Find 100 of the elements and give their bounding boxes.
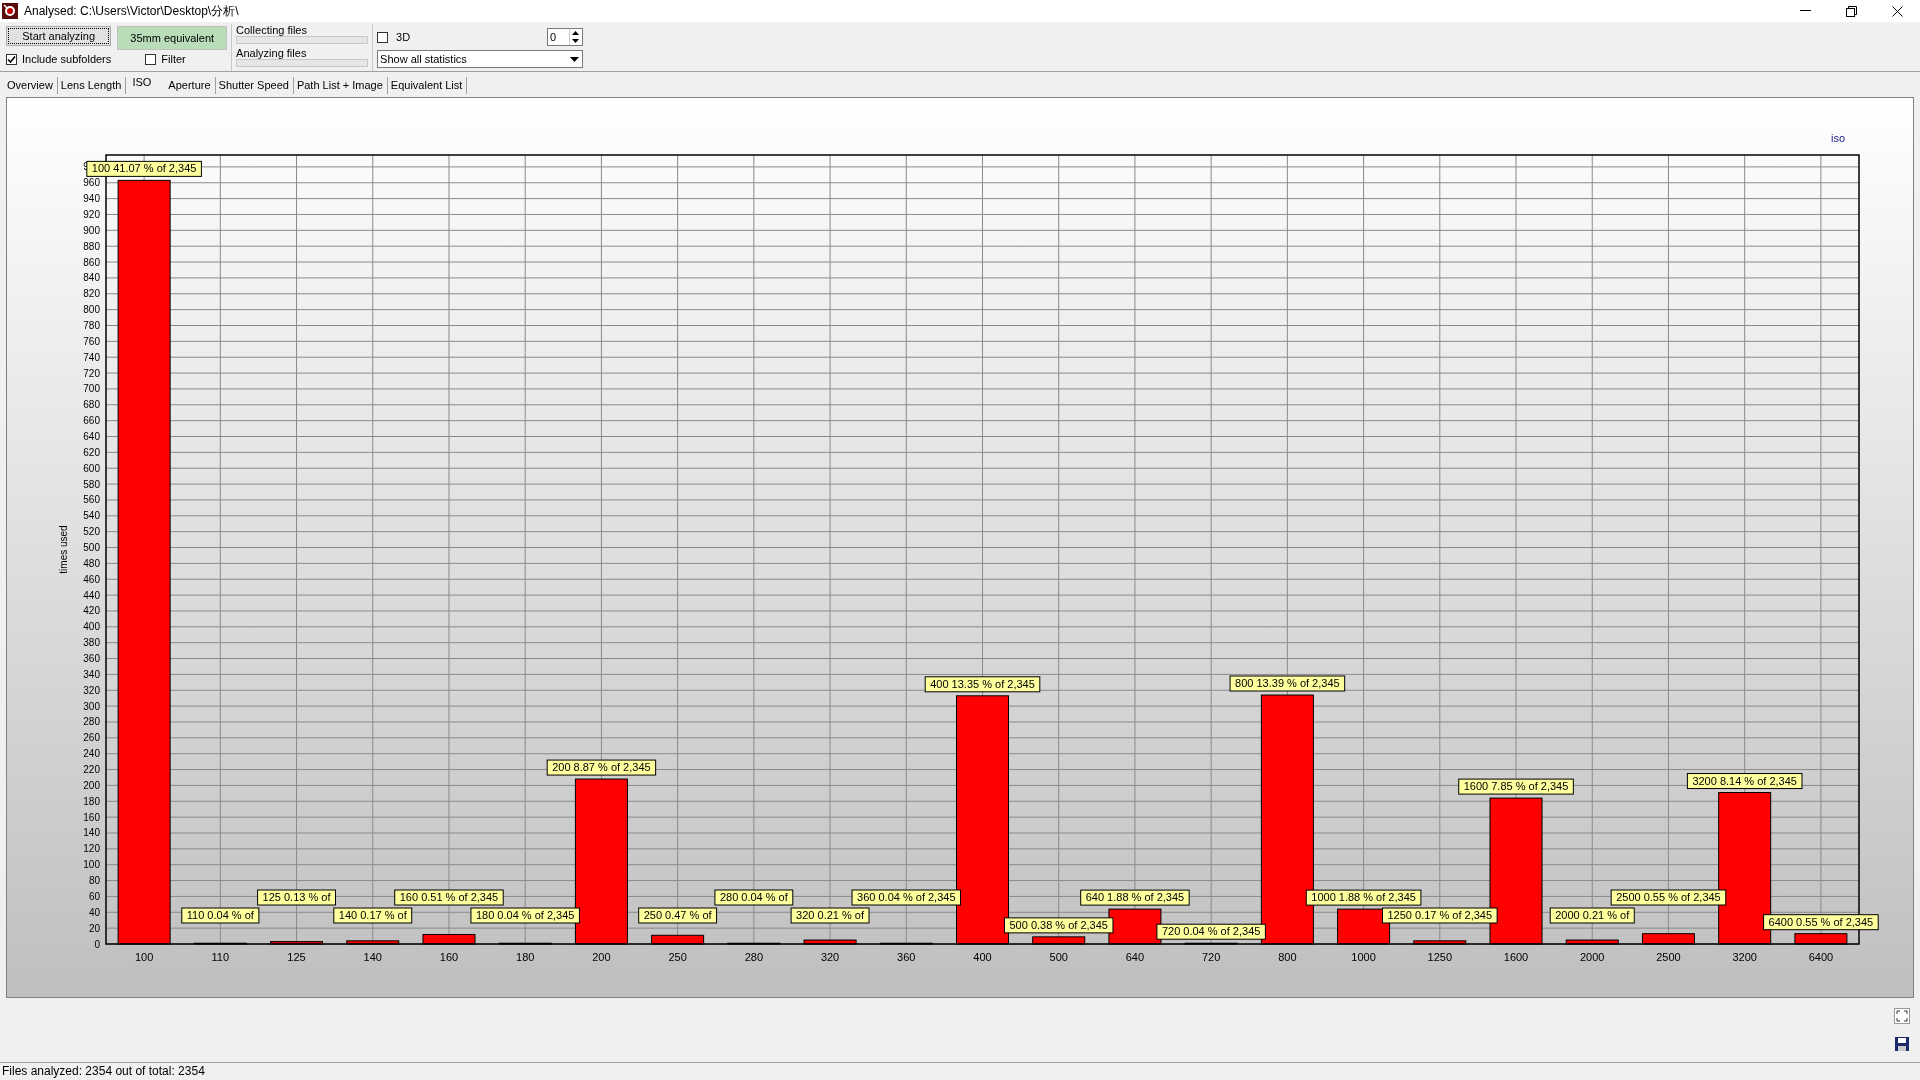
data-label: 280 0.04 % of [714, 889, 794, 906]
x-tick-label: 1250 [1427, 951, 1453, 963]
x-tick-label: 400 [973, 951, 992, 963]
y-tick-label: 640 [83, 431, 100, 442]
data-label: 250 0.47 % of [638, 907, 718, 924]
data-label: 400 13.35 % of 2,345 [924, 676, 1041, 693]
data-label: 1600 7.85 % of 2,345 [1458, 778, 1574, 795]
annotation: 1600 7.85 % of 2,345 [1463, 780, 1569, 793]
data-label: 140 0.17 % of [333, 907, 413, 924]
x-tick-label: 140 [363, 951, 382, 963]
y-tick-label: 720 [83, 367, 100, 379]
x-tick-label: 125 [287, 951, 306, 963]
annotation: 2000 0.21 % of [1555, 909, 1631, 921]
y-tick-label: 660 [83, 415, 100, 427]
x-tick-label: 100 [134, 951, 154, 963]
status-text: Files analyzed: 2354 out of total: 2354 [1, 1063, 206, 1080]
x-tick-label: 360 [897, 951, 916, 963]
data-label: 3200 8.14 % of 2,345 [1686, 773, 1803, 790]
y-tick-label: 120 [83, 843, 100, 855]
checkbox-label: Include subfolders [22, 53, 112, 65]
y-tick-label: 360 [83, 653, 100, 665]
annotation: 180 0.04 % of 2,345 [475, 909, 575, 921]
annotation: 1250 0.17 % of 2,345 [1387, 909, 1493, 921]
data-label: 2500 0.55 % of 2,345 [1610, 889, 1727, 906]
y-tick-label: 480 [83, 557, 100, 569]
annotation: 2500 0.55 % of 2,345 [1616, 891, 1721, 903]
data-label: 160 0.51 % of 2,345 [394, 889, 504, 906]
y-tick-label: 740 [83, 351, 100, 363]
y-tick-label: 780 [83, 320, 100, 331]
annotation: 125 0.13 % of [262, 891, 332, 903]
annotation: 280 0.04 % of [719, 891, 789, 903]
x-tick-label: 160 [439, 951, 459, 963]
y-tick-label: 560 [83, 494, 100, 506]
x-tick-label: 280 [744, 951, 764, 963]
checkbox-label: Filter [161, 53, 186, 65]
annotation: 1000 1.88 % of 2,345 [1311, 891, 1416, 904]
data-label: 720 0.04 % of 2,345 [1156, 923, 1266, 940]
y-tick-label: 960 [83, 177, 100, 189]
y-tick-label: 420 [83, 605, 100, 617]
data-label: 200 8.87 % of 2,345 [546, 759, 657, 776]
y-tick-label: 160 [83, 811, 100, 823]
y-tick-label: 540 [83, 510, 100, 522]
annotation: 500 0.38 % of 2,345 [1009, 918, 1108, 931]
y-tick-label: 80 [88, 875, 100, 887]
x-tick-label: 3200 [1732, 951, 1757, 963]
data-label: 800 13.39 % of 2,345 [1229, 675, 1346, 692]
x-tick-label: 1600 [1503, 951, 1529, 963]
y-tick-label: 800 [83, 304, 100, 316]
annotation: 400 13.35 % of 2,345 [930, 677, 1035, 690]
data-label: 640 1.88 % of 2,345 [1080, 889, 1190, 906]
y-tick-label: 300 [83, 700, 100, 712]
data-label: 6400 0.55 % of 2,345 [1763, 914, 1879, 931]
y-tick-label: 100 [83, 859, 100, 871]
annotation: 110 0.04 % of [186, 909, 255, 921]
data-label: 1000 1.88 % of 2,345 [1305, 889, 1422, 906]
y-tick-label: 280 [83, 716, 100, 728]
annotation: 720 0.04 % of 2,345 [1161, 925, 1261, 938]
annotation: 250 0.47 % of [643, 909, 713, 921]
y-tick-label: 700 [83, 383, 100, 395]
data-label: 500 0.38 % of 2,345 [1004, 917, 1114, 934]
y-tick-label: 620 [83, 446, 100, 458]
legend-label: iso [1830, 132, 1845, 144]
y-tick-label: 140 [83, 827, 100, 839]
x-tick-label: 720 [1201, 951, 1221, 963]
annotation: 140 0.17 % of [338, 909, 408, 921]
data-label: 320 0.21 % of [790, 907, 870, 924]
y-tick-label: 380 [83, 637, 100, 649]
data-label: 180 0.04 % of 2,345 [470, 907, 580, 924]
y-tick-label: 180 [83, 795, 100, 807]
y-tick-label: 600 [83, 462, 100, 474]
y-tick-label: 400 [83, 621, 100, 633]
y-tick-label: 60 [88, 890, 100, 902]
annotation: 320 0.21 % of [796, 909, 865, 921]
y-tick-label: 940 [83, 193, 100, 205]
y-tick-label: 0 [94, 938, 100, 950]
x-tick-label: 320 [820, 951, 840, 963]
x-tick-label: 1000 [1351, 951, 1376, 963]
y-tick-label: 440 [83, 589, 100, 601]
progress-label: Analyzing files [236, 47, 308, 59]
y-tick-label: 520 [83, 526, 100, 538]
data-label: 360 0.04 % of 2,345 [851, 889, 961, 906]
annotation: 640 1.88 % of 2,345 [1085, 891, 1185, 904]
annotation: 200 8.87 % of 2,345 [552, 761, 651, 774]
x-tick-label: 500 [1049, 951, 1068, 963]
y-tick-label: 680 [83, 399, 100, 411]
data-label: 2000 0.21 % of [1549, 907, 1635, 924]
y-axis-title: times used [58, 525, 69, 574]
annotation: 800 13.39 % of 2,345 [1235, 677, 1340, 690]
x-tick-label: 6400 [1808, 951, 1834, 963]
data-label: 1250 0.17 % of 2,345 [1382, 907, 1498, 924]
y-tick-label: 580 [83, 478, 100, 490]
y-tick-label: 340 [83, 668, 100, 680]
x-tick-label: 200 [592, 951, 611, 963]
y-tick-label: 920 [83, 208, 100, 220]
x-tick-label: 250 [668, 951, 687, 963]
window-title: Analysed: C:\Users\Victor\Desktop\分析\ [24, 2, 239, 20]
annotation: 100 41.07 % of 2,345 [91, 162, 197, 175]
annotation: 3200 8.14 % of 2,345 [1692, 774, 1797, 787]
y-tick-label: 260 [83, 732, 100, 744]
annotation: 360 0.04 % of 2,345 [857, 891, 956, 903]
